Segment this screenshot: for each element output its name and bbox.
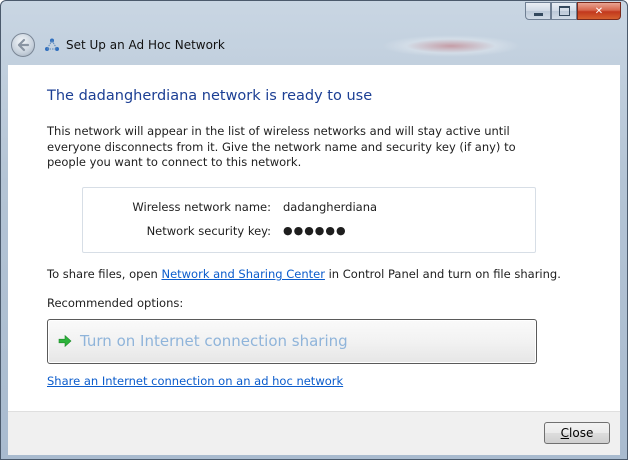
close-button[interactable]: Close — [544, 422, 610, 444]
network-info-box: Wireless network name: dadangherdiana Ne… — [82, 187, 536, 253]
title-bar-glow — [381, 35, 521, 57]
share-prefix: To share files, open — [47, 267, 162, 281]
recommended-options-label: Recommended options: — [47, 296, 184, 310]
back-arrow-icon — [17, 38, 30, 52]
minimize-icon — [533, 12, 543, 16]
close-window-button[interactable]: ✕ — [577, 2, 621, 20]
wizard-window: ✕ Set Up an Ad Hoc Network The dadangher… — [0, 0, 628, 460]
title-bar: ✕ Set Up an Ad Hoc Network — [1, 1, 627, 65]
close-accelerator: C — [560, 426, 570, 440]
caption-buttons: ✕ — [525, 2, 621, 20]
window-title: Set Up an Ad Hoc Network — [66, 38, 225, 52]
close-icon: ✕ — [594, 5, 604, 17]
network-sharing-center-link[interactable]: Network and Sharing Center — [161, 267, 324, 281]
network-name-label: Wireless network name: — [132, 200, 271, 214]
description-text: This network will appear in the list of … — [47, 124, 516, 169]
security-key-label: Network security key: — [146, 224, 271, 238]
wizard-content: The dadangherdiana network is ready to u… — [8, 65, 620, 411]
green-arrow-icon — [58, 334, 72, 348]
maximize-button[interactable] — [551, 2, 577, 20]
internet-sharing-command-link[interactable]: Turn on Internet connection sharing — [47, 319, 537, 364]
back-button[interactable] — [11, 33, 35, 57]
share-files-text: To share files, open Network and Sharing… — [47, 267, 561, 281]
maximize-icon — [558, 6, 570, 16]
internet-sharing-label: Turn on Internet connection sharing — [80, 332, 348, 350]
page-heading: The dadangherdiana network is ready to u… — [47, 88, 373, 104]
security-key-value: ●●●●●● — [283, 224, 347, 237]
network-name-value: dadangherdiana — [283, 200, 378, 214]
share-suffix: in Control Panel and turn on file sharin… — [324, 267, 561, 281]
minimize-button[interactable] — [525, 2, 551, 20]
network-wizard-icon — [45, 38, 59, 51]
close-label-rest: lose — [569, 426, 594, 440]
wizard-footer: Close — [8, 411, 620, 455]
share-adhoc-connection-link[interactable]: Share an Internet connection on an ad ho… — [47, 374, 343, 388]
